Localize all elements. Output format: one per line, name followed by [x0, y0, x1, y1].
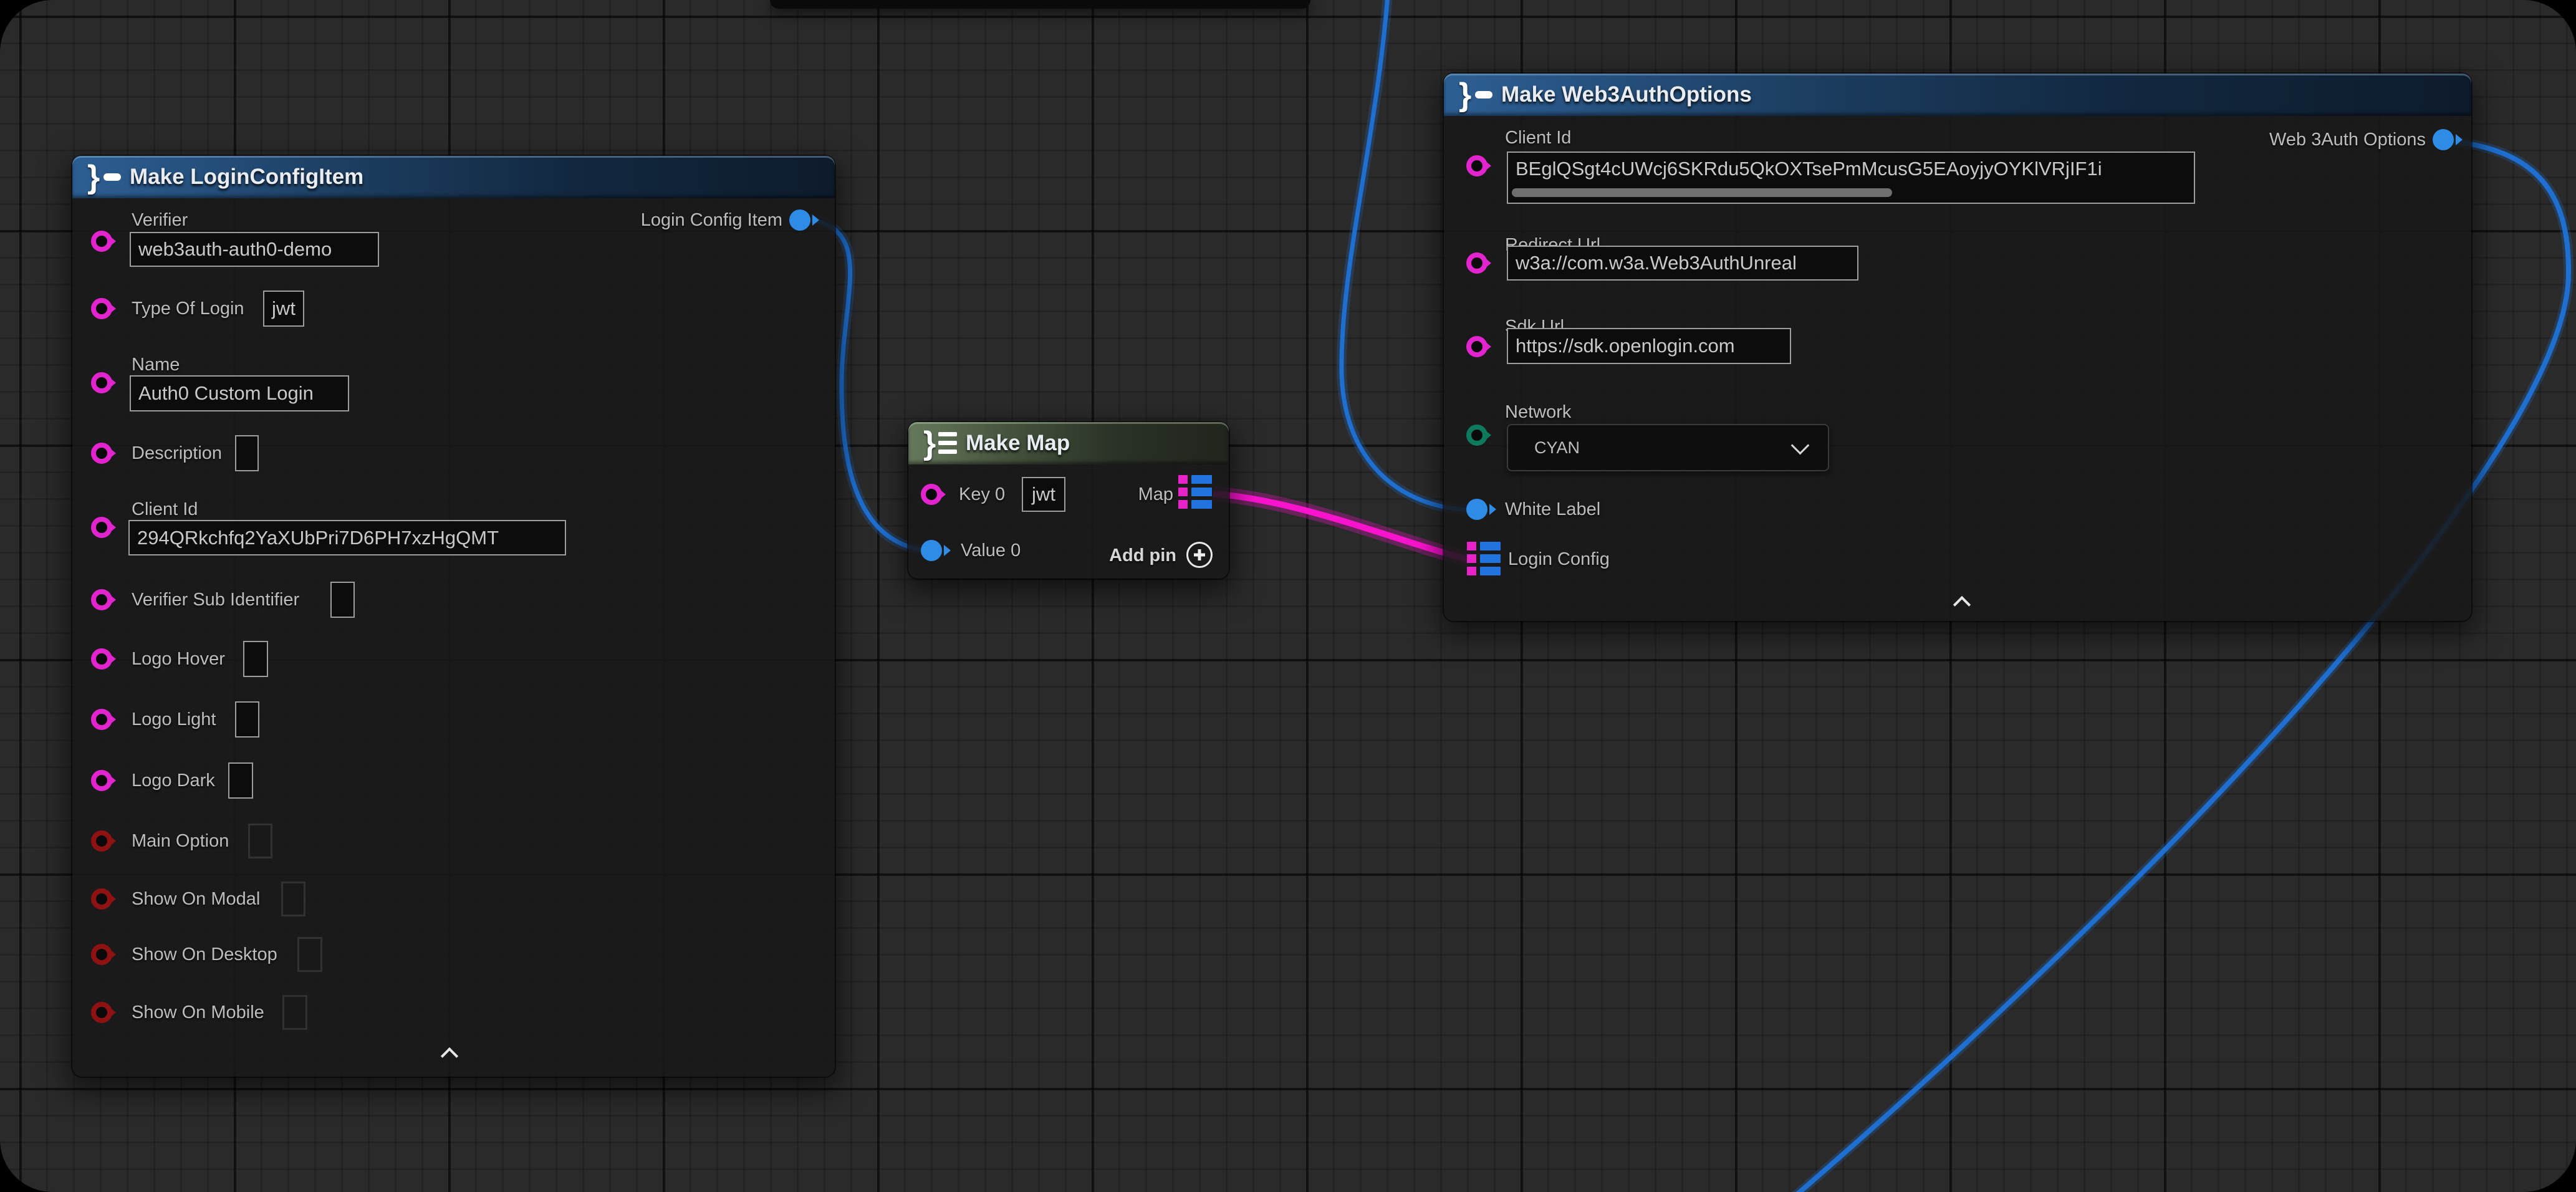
input-client-id-text: BEglQSgt4cUWcj6SKRdu5QkOXTsePmMcusG5EAoy… — [1516, 158, 2102, 180]
pin-output-web3auth-options[interactable] — [2433, 129, 2454, 150]
input-key-0[interactable]: jwt — [1022, 477, 1065, 512]
node-make-web3authoptions[interactable]: } Make Web3AuthOptions Web 3Auth Options… — [1444, 74, 2471, 621]
pin-map-output[interactable] — [1178, 475, 1212, 509]
input-redirect-url[interactable]: w3a://com.w3a.Web3AuthUnreal — [1507, 246, 1858, 281]
pin-label-value-0: Value 0 — [961, 540, 1021, 561]
make-struct-icon: } — [1459, 80, 1491, 110]
blueprint-graph-canvas[interactable]: } Make LoginConfigItem Login Config Item… — [0, 0, 2576, 1192]
input-name[interactable]: Auth0 Custom Login — [130, 375, 349, 411]
pin-show-on-modal[interactable] — [91, 888, 112, 910]
pin-label-map: Map — [1138, 484, 1173, 505]
pin-name[interactable] — [91, 372, 112, 393]
make-container-icon: } — [923, 428, 956, 458]
pin-type-of-login[interactable] — [91, 298, 112, 319]
input-sdk-url[interactable]: https://sdk.openlogin.com — [1507, 328, 1791, 364]
offscreen-node-bottom-edge[interactable] — [770, 0, 1310, 9]
pin-main-option[interactable] — [91, 830, 112, 852]
pin-logo-light[interactable] — [91, 709, 112, 730]
pin-label-white-label: White Label — [1505, 499, 1600, 520]
pin-label-show-on-desktop: Show On Desktop — [132, 944, 277, 965]
node-title: Make Web3AuthOptions — [1501, 82, 1752, 107]
pin-sdk-url[interactable] — [1466, 336, 1487, 357]
output-label-login-config-item: Login Config Item — [641, 209, 782, 231]
pin-value-0[interactable] — [921, 540, 942, 561]
chevron-down-icon — [1791, 436, 1810, 455]
pin-verifier-sub-identifier[interactable] — [91, 589, 112, 610]
pin-label-client-id: Client Id — [132, 499, 198, 520]
pin-label-logo-light: Logo Light — [132, 709, 216, 730]
input-logo-hover[interactable] — [243, 641, 268, 677]
node-title: Make Map — [966, 431, 1070, 456]
pin-label-verifier: Verifier — [132, 209, 188, 231]
collapse-chevron-icon[interactable] — [437, 1046, 462, 1062]
input-verifier[interactable]: web3auth-auth0-demo — [130, 232, 379, 267]
checkbox-show-on-mobile[interactable] — [282, 995, 307, 1030]
pin-label-type-of-login: Type Of Login — [132, 298, 244, 319]
checkbox-show-on-desktop[interactable] — [297, 937, 322, 972]
pin-verifier[interactable] — [91, 231, 112, 252]
input-logo-light[interactable] — [235, 701, 259, 738]
input-description[interactable] — [235, 435, 259, 471]
input-client-id-scrollbar[interactable] — [1512, 188, 1892, 197]
node-title: Make LoginConfigItem — [130, 165, 363, 190]
pin-label-name: Name — [132, 354, 180, 375]
pin-client-id[interactable] — [1466, 155, 1487, 176]
add-pin-icon[interactable] — [1186, 542, 1213, 568]
pin-label-key-0: Key 0 — [959, 484, 1005, 505]
pin-label-show-on-modal: Show On Modal — [132, 888, 260, 910]
output-label-web3auth-options: Web 3Auth Options — [2269, 129, 2426, 150]
pin-label-show-on-mobile: Show On Mobile — [132, 1002, 264, 1023]
node-make-loginconfigitem[interactable]: } Make LoginConfigItem Login Config Item… — [72, 156, 835, 1077]
pin-network[interactable] — [1466, 425, 1487, 446]
pin-logo-dark[interactable] — [91, 770, 112, 791]
pin-client-id[interactable] — [91, 517, 112, 538]
pin-label-logo-hover: Logo Hover — [132, 648, 225, 670]
pin-label-description: Description — [132, 443, 222, 464]
pin-label-verifier-sub-identifier: Verifier Sub Identifier — [132, 589, 299, 610]
pin-label-main-option: Main Option — [132, 830, 229, 852]
pin-logo-hover[interactable] — [91, 648, 112, 670]
checkbox-show-on-modal[interactable] — [281, 882, 305, 916]
collapse-chevron-icon[interactable] — [1949, 595, 1974, 611]
input-type-of-login[interactable]: jwt — [263, 291, 304, 327]
input-client-id[interactable]: 294QRkchfq2YaXUbPri7D6PH7xzHgQMT — [128, 520, 566, 555]
pin-label-network: Network — [1505, 401, 1571, 423]
pin-description[interactable] — [91, 443, 112, 464]
dropdown-network[interactable]: CYAN — [1507, 424, 1829, 471]
pin-login-config[interactable] — [1467, 542, 1501, 575]
node-make-map[interactable]: } Make Map Key 0 jwt Map Value 0 Add pin — [908, 422, 1229, 579]
pin-output-login-config-item[interactable] — [789, 209, 810, 231]
node-header-make-loginconfigitem[interactable]: } Make LoginConfigItem — [72, 156, 835, 198]
pin-white-label[interactable] — [1466, 499, 1487, 520]
pin-label-login-config: Login Config — [1508, 549, 1610, 570]
input-verifier-sub-identifier[interactable] — [330, 582, 355, 618]
pin-redirect-url[interactable] — [1466, 252, 1487, 274]
pin-show-on-mobile[interactable] — [91, 1002, 112, 1023]
input-client-id[interactable]: BEglQSgt4cUWcj6SKRdu5QkOXTsePmMcusG5EAoy… — [1507, 151, 2195, 204]
pin-label-logo-dark: Logo Dark — [132, 770, 215, 791]
make-struct-icon: } — [87, 162, 120, 192]
pin-show-on-desktop[interactable] — [91, 944, 112, 965]
pin-key-0[interactable] — [921, 484, 942, 505]
add-pin-label[interactable]: Add pin — [1109, 545, 1176, 566]
node-header-make-map[interactable]: } Make Map — [908, 422, 1229, 464]
node-header-make-web3authoptions[interactable]: } Make Web3AuthOptions — [1444, 74, 2471, 116]
input-logo-dark[interactable] — [228, 762, 253, 799]
checkbox-main-option[interactable] — [248, 824, 272, 858]
pin-label-client-id: Client Id — [1505, 127, 1571, 148]
dropdown-network-value: CYAN — [1534, 438, 1580, 458]
